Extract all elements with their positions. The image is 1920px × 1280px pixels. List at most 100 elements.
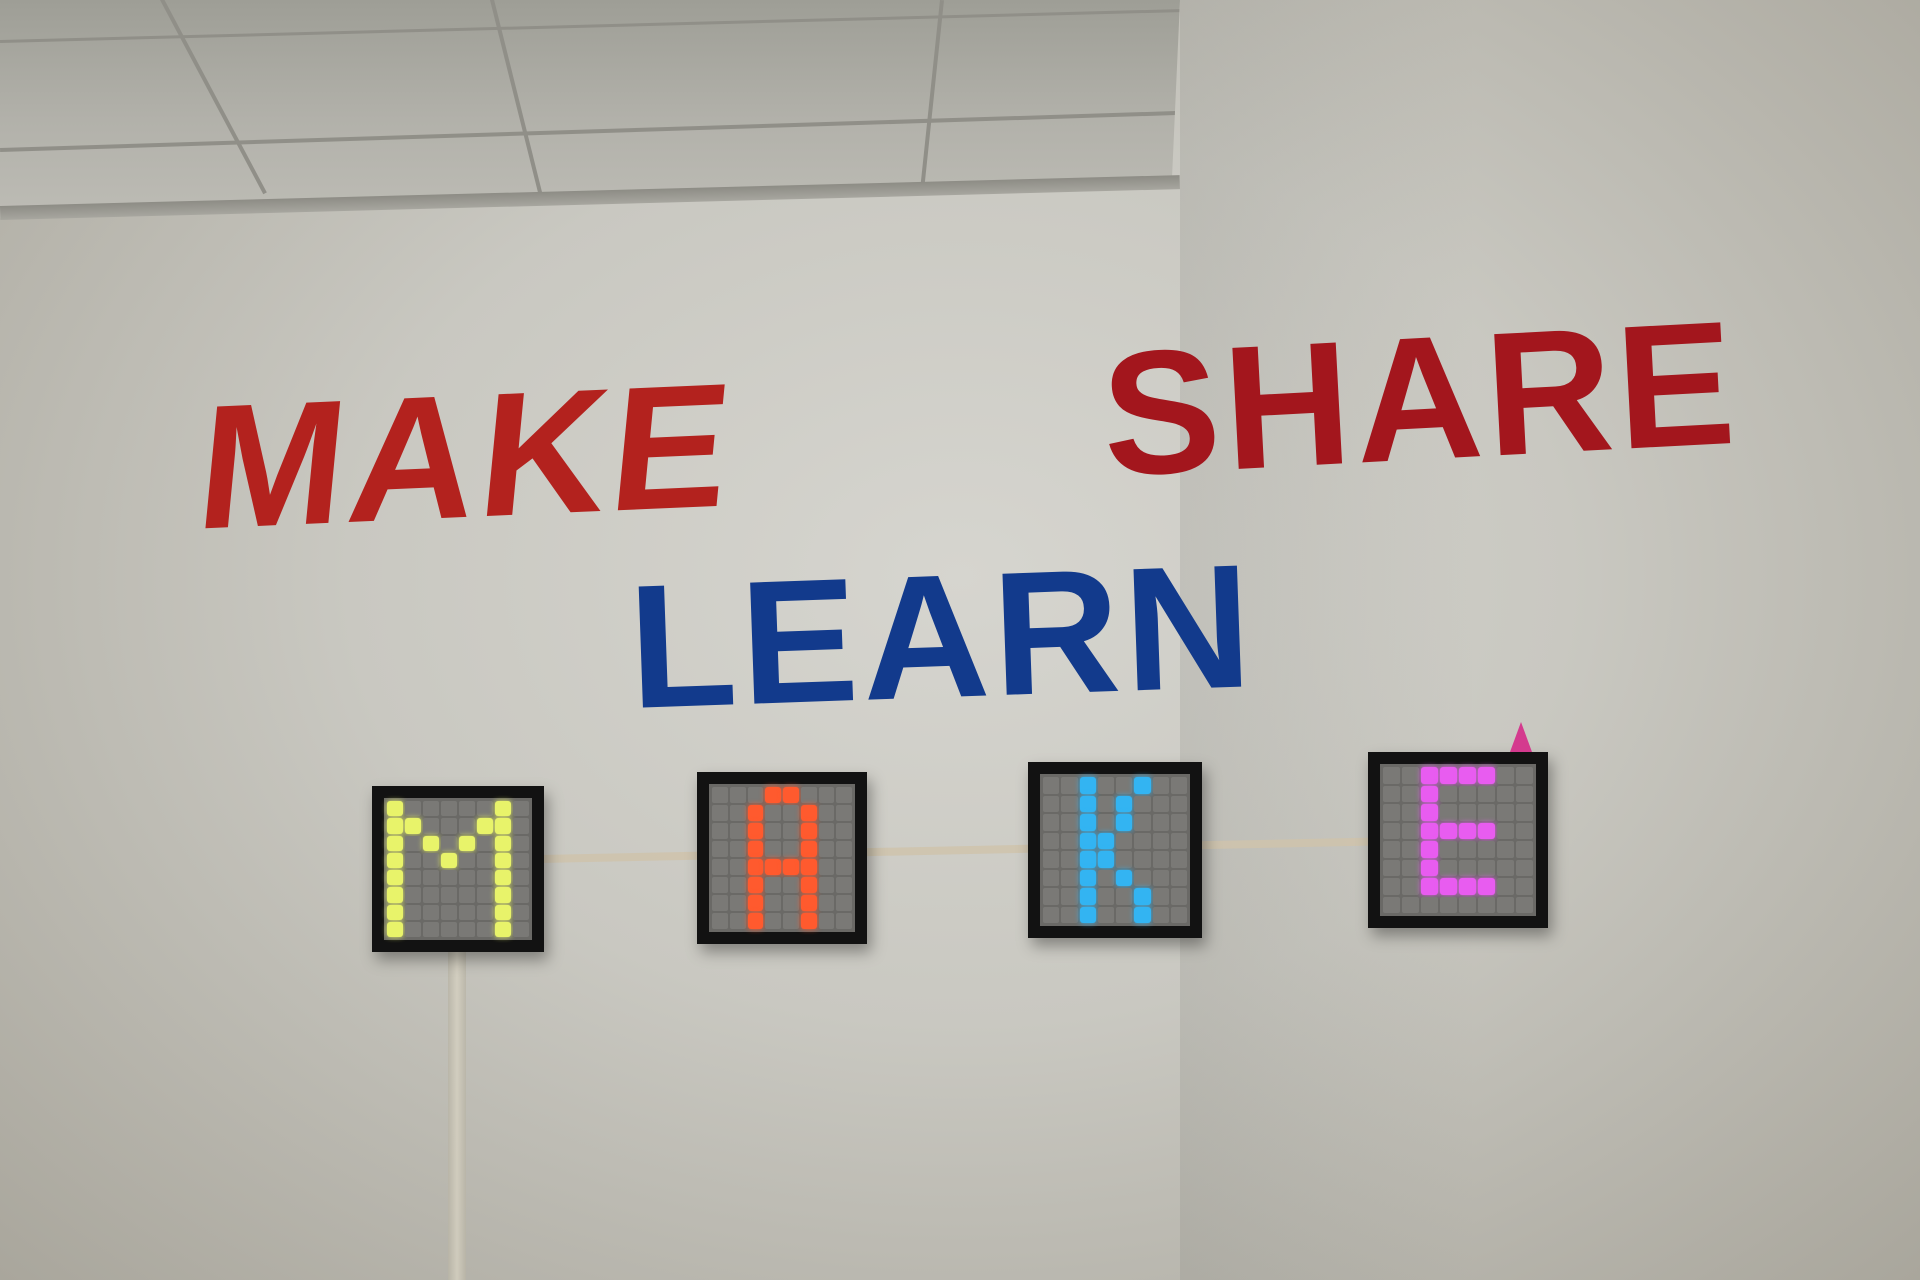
led-pixel-lit <box>387 870 403 886</box>
led-pixel-lit <box>387 904 403 920</box>
led-grid-m <box>384 798 532 940</box>
led-pixel <box>405 801 421 817</box>
led-pixel-lit <box>1116 869 1133 886</box>
led-pixel <box>1152 888 1169 905</box>
led-pixel <box>1516 767 1533 784</box>
led-pixel <box>818 787 835 803</box>
led-pixel <box>1043 888 1060 905</box>
led-pixel <box>1134 814 1151 831</box>
led-pixel <box>800 787 817 803</box>
led-pixel <box>1478 841 1495 858</box>
led-pixel <box>1097 869 1114 886</box>
led-pixel <box>1116 888 1133 905</box>
led-pixel-lit <box>747 841 764 857</box>
led-pixel <box>1170 777 1187 794</box>
led-pixel <box>765 877 781 893</box>
led-pixel <box>513 921 529 937</box>
led-pixel <box>765 823 781 839</box>
led-pixel <box>405 921 421 937</box>
led-pixel <box>783 913 799 929</box>
led-pixel <box>1383 767 1400 784</box>
led-pixel <box>712 895 728 911</box>
wall-word-make: MAKE <box>189 346 743 567</box>
led-pixel <box>1516 859 1533 876</box>
led-pixel-lit <box>1097 832 1114 849</box>
led-pixel-lit <box>1421 822 1438 839</box>
led-pixel-lit <box>387 852 403 868</box>
led-pixel <box>712 841 728 857</box>
led-pixel <box>818 805 835 821</box>
led-pixel <box>513 887 529 903</box>
led-pixel <box>1170 814 1187 831</box>
led-pixel <box>1043 795 1060 812</box>
wall-word-share: SHARE <box>1097 284 1743 514</box>
led-pixel-lit <box>1079 888 1096 905</box>
led-pixel-lit <box>1421 785 1438 802</box>
led-pixel <box>783 805 799 821</box>
led-pixel <box>513 852 529 868</box>
led-pixel <box>729 895 746 911</box>
led-pixel-lit <box>1079 832 1096 849</box>
led-pixel-lit <box>495 818 511 834</box>
led-pixel <box>1116 777 1133 794</box>
photo-scene: MAKE SHARE LEARN <box>0 0 1920 1280</box>
led-pixel-lit <box>1478 767 1495 784</box>
led-pixel <box>1152 869 1169 886</box>
led-pixel <box>1516 822 1533 839</box>
led-pixel <box>1440 804 1457 821</box>
led-pixel <box>1516 841 1533 858</box>
led-pixel-lit <box>800 859 817 875</box>
led-pixel <box>818 823 835 839</box>
led-pixel-lit <box>1421 804 1438 821</box>
led-pixel-lit <box>495 852 511 868</box>
led-pixel <box>513 870 529 886</box>
led-pixel <box>1459 896 1476 913</box>
led-pixel <box>1134 851 1151 868</box>
led-pixel <box>712 787 728 803</box>
led-pixel <box>459 852 475 868</box>
led-pixel <box>1383 841 1400 858</box>
led-pixel <box>729 823 746 839</box>
led-pixel-lit <box>783 859 799 875</box>
led-pixel <box>1421 896 1438 913</box>
led-pixel <box>729 859 746 875</box>
led-pixel-lit <box>765 859 781 875</box>
led-panel-k <box>1028 762 1202 938</box>
led-pixel <box>783 841 799 857</box>
small-pink-cone <box>1510 722 1532 752</box>
led-pixel <box>1061 777 1078 794</box>
led-pixel <box>712 859 728 875</box>
led-pixel <box>423 801 439 817</box>
led-pixel <box>712 823 728 839</box>
led-pixel-lit <box>1421 859 1438 876</box>
led-pixel <box>441 887 457 903</box>
led-pixel <box>423 852 439 868</box>
led-pixel <box>513 818 529 834</box>
led-pixel <box>423 870 439 886</box>
led-pixel-lit <box>1079 795 1096 812</box>
led-pixel <box>1497 896 1514 913</box>
led-pixel <box>712 913 728 929</box>
led-pixel <box>765 841 781 857</box>
led-pixel-lit <box>1079 851 1096 868</box>
led-pixel <box>441 835 457 851</box>
led-pixel-lit <box>1421 878 1438 895</box>
led-pixel <box>1061 795 1078 812</box>
led-pixel <box>441 801 457 817</box>
led-pixel-lit <box>1134 777 1151 794</box>
led-pixel <box>747 787 764 803</box>
led-pixel-lit <box>1079 869 1096 886</box>
led-pixel <box>459 870 475 886</box>
led-pixel-lit <box>800 841 817 857</box>
led-pixel-lit <box>1440 767 1457 784</box>
led-pixel <box>836 841 852 857</box>
led-pixel <box>1459 804 1476 821</box>
led-pixel <box>1097 777 1114 794</box>
led-panel-m <box>372 786 544 952</box>
led-pixel <box>441 921 457 937</box>
led-pixel <box>836 913 852 929</box>
led-pixel-lit <box>1134 906 1151 923</box>
led-pixel <box>1061 906 1078 923</box>
led-pixel <box>459 887 475 903</box>
led-pixel <box>1134 869 1151 886</box>
